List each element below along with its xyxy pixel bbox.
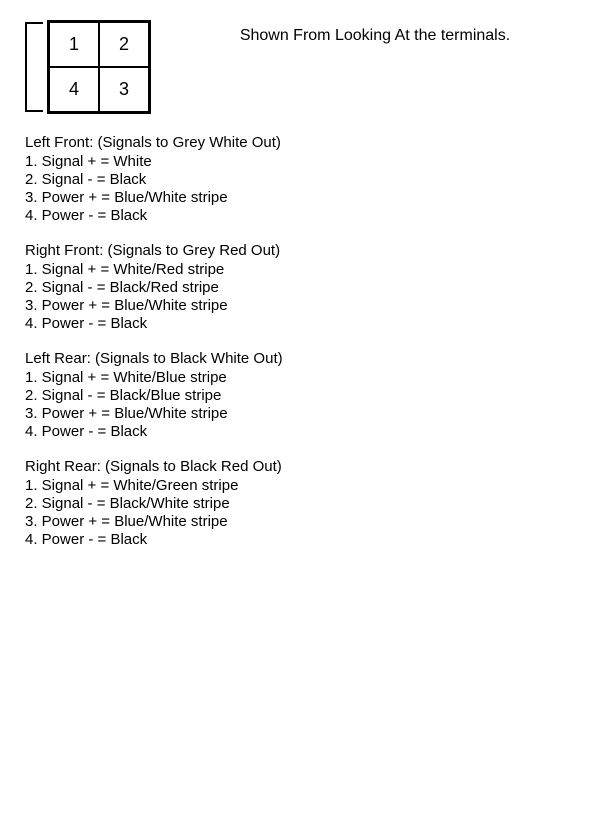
section-title-1: Right Front: (Signals to Grey Red Out): [25, 242, 569, 259]
list-item-2-3: 4. Power - = Black: [25, 423, 569, 440]
header-section: 1 2 4 3 Shown From Looking At the termin…: [25, 20, 569, 114]
section-3: Right Rear: (Signals to Black Red Out) 1.…: [25, 458, 569, 548]
list-item-1-0: 1. Signal + = White/Red stripe: [25, 261, 569, 278]
list-item-1-1: 2. Signal - = Black/Red stripe: [25, 279, 569, 296]
cell-1: 1: [49, 22, 99, 67]
cell-2: 2: [99, 22, 149, 67]
list-item-1-3: 4. Power - = Black: [25, 315, 569, 332]
side-bracket: [25, 22, 43, 112]
section-2: Left Rear: (Signals to Black White Out) 1…: [25, 350, 569, 440]
list-item-0-3: 4. Power - = Black: [25, 207, 569, 224]
section-list-2: 1. Signal + = White/Blue stripe2. Signal…: [25, 369, 569, 440]
cell-3: 3: [99, 67, 149, 112]
cell-4: 4: [49, 67, 99, 112]
list-item-3-0: 1. Signal + = White/Green stripe: [25, 477, 569, 494]
list-item-3-2: 3. Power + = Blue/White stripe: [25, 513, 569, 530]
list-item-0-0: 1. Signal + = White: [25, 153, 569, 170]
connector-diagram: 1 2 4 3: [47, 20, 151, 114]
list-item-1-2: 3. Power + = Blue/White stripe: [25, 297, 569, 314]
section-title-0: Left Front: (Signals to Grey White Out): [25, 134, 569, 151]
list-item-3-1: 2. Signal - = Black/White stripe: [25, 495, 569, 512]
list-item-0-2: 3. Power + = Blue/White stripe: [25, 189, 569, 206]
section-title-2: Left Rear: (Signals to Black White Out): [25, 350, 569, 367]
connector-diagram-wrapper: 1 2 4 3: [25, 20, 151, 114]
sections-container: Left Front: (Signals to Grey White Out) 1…: [25, 134, 569, 548]
list-item-2-0: 1. Signal + = White/Blue stripe: [25, 369, 569, 386]
section-title-3: Right Rear: (Signals to Black Red Out): [25, 458, 569, 475]
section-list-3: 1. Signal + = White/Green stripe2. Signa…: [25, 477, 569, 548]
header-note: Shown From Looking At the terminals.: [181, 20, 569, 47]
section-list-1: 1. Signal + = White/Red stripe2. Signal …: [25, 261, 569, 332]
list-item-2-1: 2. Signal - = Black/Blue stripe: [25, 387, 569, 404]
section-1: Right Front: (Signals to Grey Red Out) 1.…: [25, 242, 569, 332]
list-item-0-1: 2. Signal - = Black: [25, 171, 569, 188]
list-item-2-2: 3. Power + = Blue/White stripe: [25, 405, 569, 422]
list-item-3-3: 4. Power - = Black: [25, 531, 569, 548]
section-0: Left Front: (Signals to Grey White Out) 1…: [25, 134, 569, 224]
section-list-0: 1. Signal + = White2. Signal - = Black3.…: [25, 153, 569, 224]
